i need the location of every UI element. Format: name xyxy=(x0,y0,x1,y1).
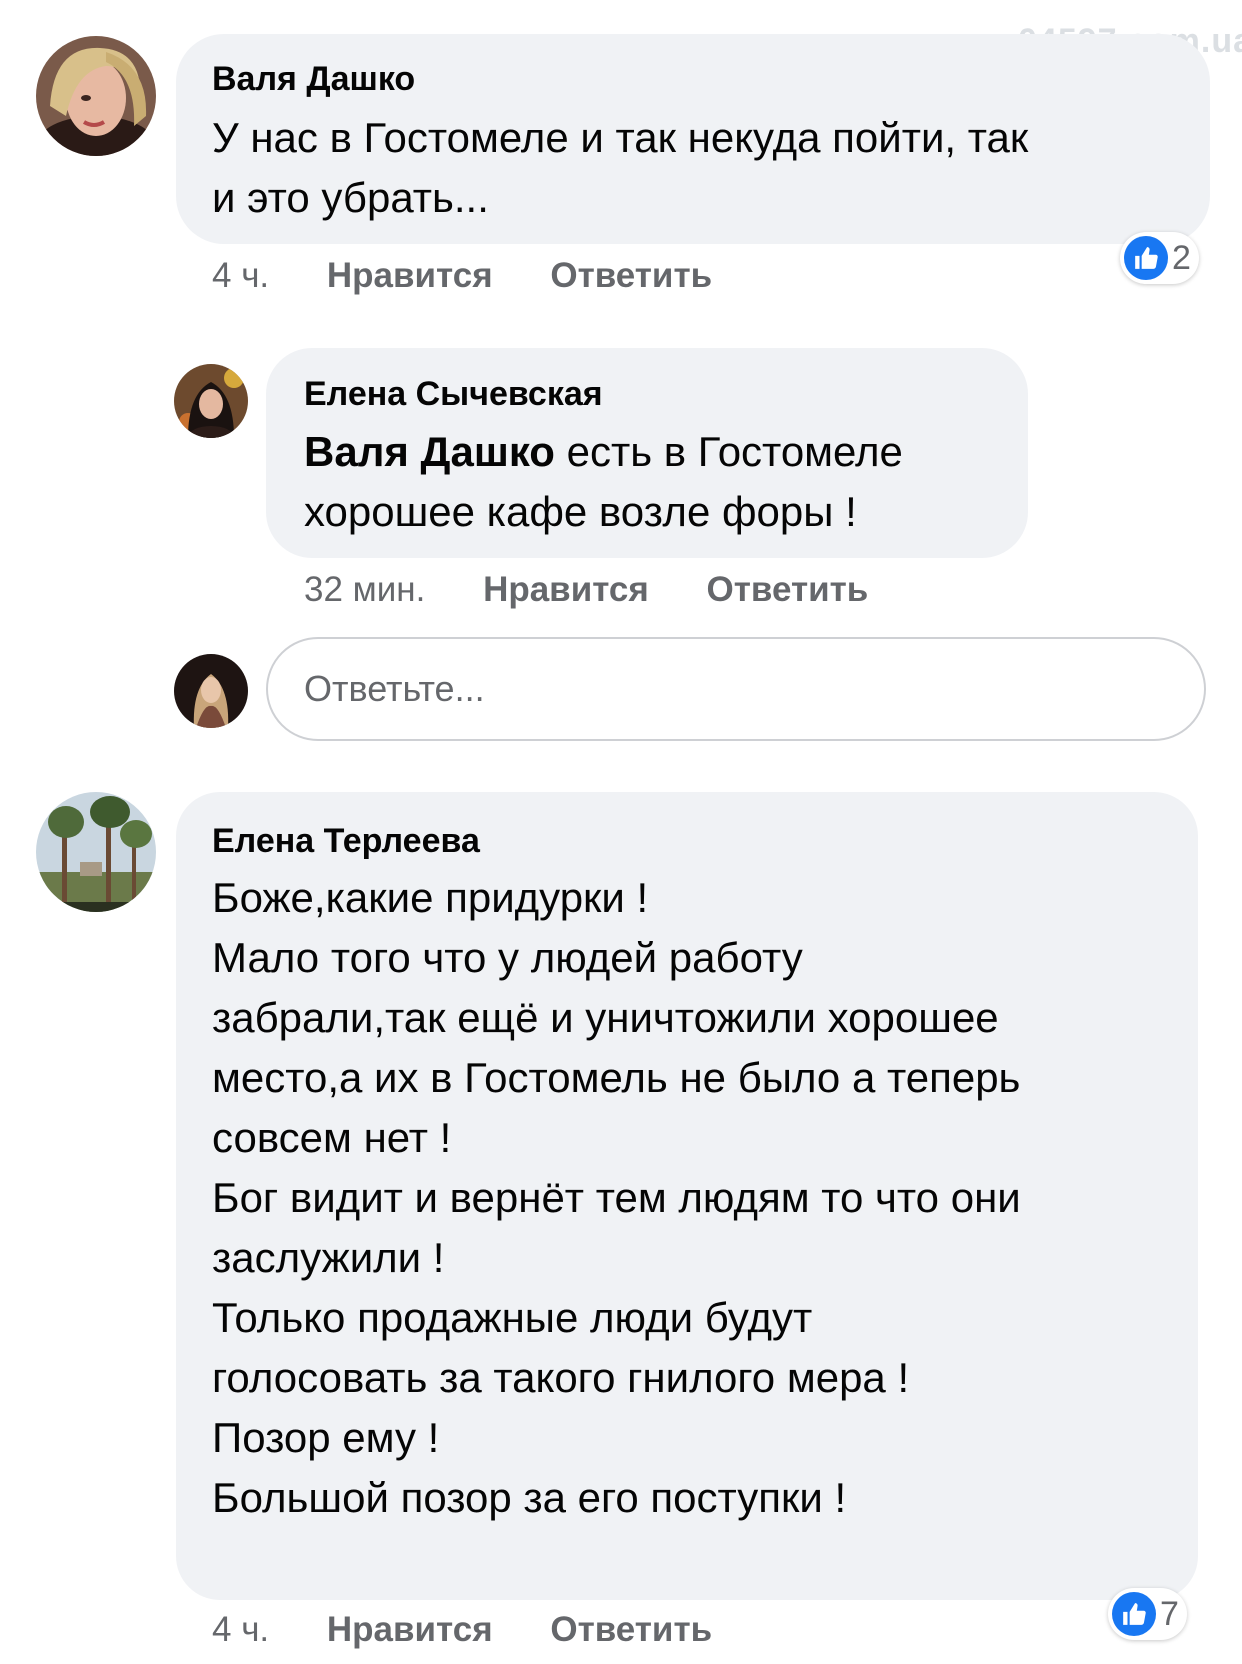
thumbs-up-icon xyxy=(1124,236,1168,280)
comment-time: 4 ч. xyxy=(212,256,270,295)
current-user-avatar xyxy=(174,654,248,728)
comment-text: Валя Дашко есть в Гостомеле хорошее кафе… xyxy=(304,422,903,542)
reply-button[interactable]: Ответить xyxy=(550,1610,712,1649)
like-button[interactable]: Нравится xyxy=(483,570,649,609)
avatar[interactable] xyxy=(36,36,156,156)
comment-time: 32 мин. xyxy=(304,570,426,609)
comment-text: Боже,какие придурки ! Мало того что у лю… xyxy=(212,874,1021,1521)
comment-author[interactable]: Елена Терлеева xyxy=(212,822,480,861)
comment-actions: 4 ч. Нравится Ответить xyxy=(212,256,712,296)
reaction-badge[interactable]: 2 xyxy=(1120,232,1199,284)
reaction-count: 2 xyxy=(1172,238,1191,277)
comment-author[interactable]: Валя Дашко xyxy=(212,60,415,99)
like-button[interactable]: Нравится xyxy=(327,1610,493,1649)
reply-button[interactable]: Ответить xyxy=(707,570,869,609)
reaction-count: 7 xyxy=(1160,1594,1179,1633)
reply-button[interactable]: Ответить xyxy=(550,256,712,295)
like-button[interactable]: Нравится xyxy=(327,256,493,295)
comment-actions: 4 ч. Нравится Ответить xyxy=(212,1610,712,1650)
comment-actions: 32 мин. Нравится Ответить xyxy=(304,570,868,610)
avatar[interactable] xyxy=(174,364,248,438)
thumbs-up-icon xyxy=(1112,1592,1156,1636)
comment-time: 4 ч. xyxy=(212,1610,270,1649)
avatar[interactable] xyxy=(36,792,156,912)
reply-input[interactable] xyxy=(268,639,1204,739)
comment-text: У нас в Гостомеле и так некуда пойти, та… xyxy=(212,114,1029,221)
comment-author[interactable]: Елена Сычевская xyxy=(304,375,603,414)
mention-link[interactable]: Валя Дашко xyxy=(304,428,555,475)
reaction-badge[interactable]: 7 xyxy=(1108,1588,1187,1640)
reply-input-box[interactable] xyxy=(266,637,1206,741)
